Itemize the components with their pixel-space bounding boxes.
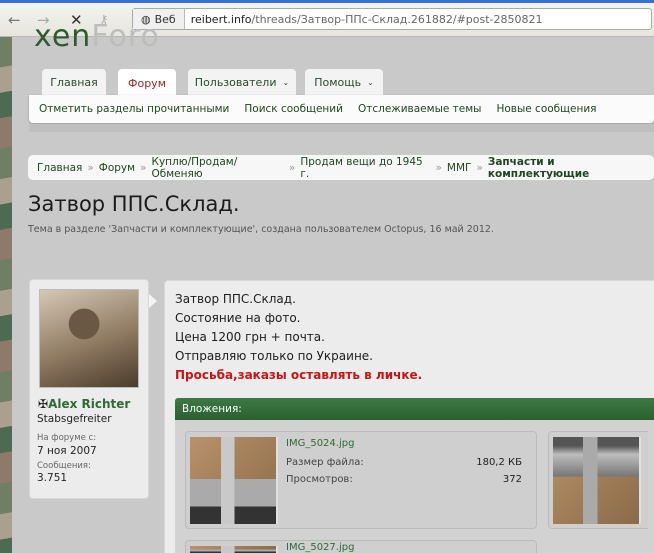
- breadcrumb-mmg[interactable]: ММГ: [447, 162, 472, 174]
- tab-label: Главная: [50, 76, 98, 89]
- chevron-down-icon: ⌄: [282, 78, 290, 87]
- posts-label: Сообщения:: [37, 461, 91, 471]
- page-title: Затвор ППС.Склад.: [28, 192, 240, 216]
- breadcrumb-current[interactable]: Запчасти и комплектующие: [488, 156, 654, 180]
- tab-home[interactable]: Главная: [42, 69, 106, 96]
- sub-navigation: Отметить разделы прочитанными Поиск сооб…: [29, 95, 654, 123]
- tab-label: Помощь: [314, 76, 362, 89]
- attachment-filename[interactable]: IMG_5024.jpg: [286, 438, 354, 449]
- tab-help[interactable]: Помощь ⌄: [305, 69, 383, 96]
- tab-label: Пользователи: [194, 76, 277, 89]
- url-host: reibert.info: [190, 12, 252, 26]
- chevron-down-icon: ⌄: [367, 78, 374, 87]
- attachment-thumbnail[interactable]: [190, 546, 278, 553]
- tab-forum[interactable]: Форум: [118, 69, 176, 97]
- logo-text-a: xen: [34, 19, 92, 54]
- post-pointer: [149, 294, 157, 308]
- watched-threads-link[interactable]: Отслеживаемые темы: [358, 103, 482, 115]
- post-content: Затвор ППС.Склад. Состояние на фото. Цен…: [164, 280, 654, 553]
- breadcrumb-sep: »: [87, 161, 94, 174]
- joined-date: 7 ноя 2007: [37, 445, 97, 457]
- attachment-thumbnail[interactable]: [190, 437, 278, 524]
- nav-bottom-bar: [29, 124, 654, 132]
- username-link[interactable]: ✠Alex Richter: [38, 397, 130, 411]
- breadcrumb-sep: »: [435, 161, 442, 174]
- breadcrumb-sep: »: [288, 161, 296, 174]
- attachment-card[interactable]: IMG_5024.jpg Размер файла: 180,2 КБ Прос…: [185, 431, 537, 529]
- url-path: /threads/Затвор-ППс-Склад.261882/#post-2…: [251, 12, 543, 26]
- views-value: 372: [502, 474, 522, 485]
- site-logo[interactable]: xenForo: [34, 22, 160, 52]
- thread-meta: Тема в разделе 'Запчасти и комплектующие…: [28, 224, 494, 235]
- username: Alex Richter: [48, 397, 131, 411]
- size-value: 180,2 КБ: [476, 457, 522, 468]
- attachment-filename[interactable]: IMG_5027.jpg: [286, 542, 354, 553]
- avatar[interactable]: [39, 289, 139, 388]
- attachments-header: Вложения:: [175, 398, 654, 420]
- logo-text-b: Foro: [91, 19, 160, 54]
- breadcrumb-forum[interactable]: Форум: [99, 162, 135, 174]
- post-line: Цена 1200 грн + почта.: [175, 330, 325, 344]
- address-bar[interactable]: ◍ Веб reibert.info/threads/Затвор-ППс-Скл…: [132, 8, 652, 30]
- attachment-card[interactable]: IMG_5027.jpg: [185, 540, 537, 553]
- attachment-thumbnail[interactable]: [553, 437, 641, 524]
- new-posts-link[interactable]: Новые сообщения: [496, 103, 596, 115]
- views-label: Просмотров:: [286, 474, 353, 485]
- post-line: Состояние на фото.: [175, 311, 301, 325]
- post-line: Отправляю только по Украине.: [175, 349, 373, 363]
- mark-read-link[interactable]: Отметить разделы прочитанными: [39, 103, 229, 115]
- breadcrumb-sep: »: [140, 161, 147, 174]
- tab-users[interactable]: Пользователи ⌄: [188, 69, 296, 96]
- post-line: Затвор ППС.Склад.: [175, 292, 296, 306]
- joined-label: На форуме с:: [37, 433, 97, 443]
- search-posts-link[interactable]: Поиск сообщений: [244, 103, 343, 115]
- user-info-panel: ✠Alex Richter Stabsgefreiter На форуме с…: [29, 279, 149, 499]
- attachment-card[interactable]: [548, 431, 648, 529]
- breadcrumb-sep: »: [476, 161, 483, 174]
- attachments-area: IMG_5024.jpg Размер файла: 180,2 КБ Прос…: [175, 420, 654, 553]
- url-text[interactable]: reibert.info/threads/Затвор-ППс-Склад.26…: [185, 13, 543, 26]
- breadcrumb-buy-sell[interactable]: Куплю/Продам/Обменяю: [152, 156, 284, 180]
- tab-label: Форум: [128, 76, 166, 90]
- camo-background: [0, 37, 12, 553]
- breadcrumb-pre1945[interactable]: Продам вещи до 1945 г.: [300, 156, 430, 180]
- breadcrumb-home[interactable]: Главная: [37, 162, 82, 174]
- user-rank: Stabsgefreiter: [37, 413, 112, 425]
- breadcrumb: Главная » Форум » Куплю/Продам/Обменяю » Пр…: [28, 155, 654, 180]
- size-label: Размер файла:: [286, 457, 364, 468]
- post-highlight: Просьба,заказы оставлять в личке.: [175, 368, 423, 382]
- iron-cross-icon: ✠: [38, 397, 49, 411]
- back-arrow-icon[interactable]: ←: [8, 11, 21, 29]
- posts-count: 3.751: [37, 472, 68, 484]
